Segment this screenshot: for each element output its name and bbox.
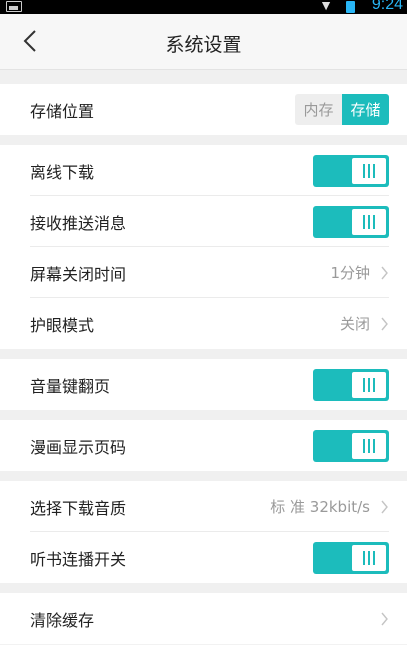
settings-group-volume: 音量键翻页 [0,359,407,410]
section-gap [0,349,407,359]
receive-push-row: 接收推送消息 [0,196,407,247]
volume-key-page-label: 音量键翻页 [30,376,111,396]
receive-push-label: 接收推送消息 [30,213,127,233]
settings-group-cache: 清除缓存 [0,593,407,644]
eye-protection-value: 关闭 [339,315,370,333]
section-gap [0,135,407,145]
chevron-right-icon [381,317,388,330]
comic-page-number-label: 漫画显示页码 [30,437,127,457]
screen-off-time-label: 屏幕关闭时间 [30,264,127,284]
header-bar: 系统设置 [0,14,407,70]
volume-key-page-row: 音量键翻页 [0,359,407,410]
screen-off-time-value: 1分钟 [330,264,370,282]
battery-icon [346,1,355,13]
storage-segmented-control: 内存 存储 [295,94,389,125]
grip-icon [363,377,375,392]
offline-download-toggle[interactable] [313,154,389,187]
storage-option-internal[interactable]: 内存 [295,94,342,125]
offline-download-label: 离线下载 [30,162,95,182]
section-gap [0,583,407,593]
storage-option-sdcard[interactable]: 存储 [342,94,389,125]
status-bar: ▼ 9:24 [0,0,407,14]
settings-group-storage: 存储位置 内存 存储 [0,84,407,135]
grip-icon [363,214,375,229]
eye-protection-label: 护眼模式 [30,315,95,335]
settings-group-comic: 漫画显示页码 [0,420,407,471]
storage-location-label: 存储位置 [30,101,95,121]
section-gap [0,471,407,481]
section-gap [0,410,407,420]
comic-page-number-row: 漫画显示页码 [0,420,407,471]
audiobook-continuous-row: 听书连播开关 [0,532,407,583]
screen-off-time-row[interactable]: 屏幕关闭时间 1分钟 [0,247,407,298]
download-quality-row[interactable]: 选择下载音质 标 准 32kbit/s [0,481,407,532]
chevron-right-icon [381,500,388,513]
download-quality-label: 选择下载音质 [30,498,127,518]
grip-icon [363,163,375,178]
audiobook-continuous-label: 听书连播开关 [30,549,127,569]
grip-icon [363,438,375,453]
storage-location-row: 存储位置 内存 存储 [0,84,407,135]
clear-cache-label: 清除缓存 [30,610,95,630]
settings-group-audio: 选择下载音质 标 准 32kbit/s 听书连播开关 [0,481,407,583]
settings-group-general: 离线下载 接收推送消息 屏幕关闭时间 1分钟 护眼模式 关闭 [0,145,407,349]
comic-page-number-toggle[interactable] [313,429,389,462]
offline-download-row: 离线下载 [0,145,407,196]
eye-protection-row[interactable]: 护眼模式 关闭 [0,298,407,349]
status-time: 9:24 [371,0,403,13]
clear-cache-row[interactable]: 清除缓存 [0,593,407,644]
chevron-right-icon [381,612,388,625]
wifi-icon: ▼ [319,0,333,13]
grip-icon [363,550,375,565]
receive-push-toggle[interactable] [313,205,389,238]
image-notification-icon [6,1,22,12]
section-gap [0,70,407,84]
volume-key-page-toggle[interactable] [313,368,389,401]
audiobook-continuous-toggle[interactable] [313,541,389,574]
page-title: 系统设置 [165,34,242,56]
download-quality-value: 标 准 32kbit/s [270,498,370,516]
chevron-right-icon [381,266,388,279]
